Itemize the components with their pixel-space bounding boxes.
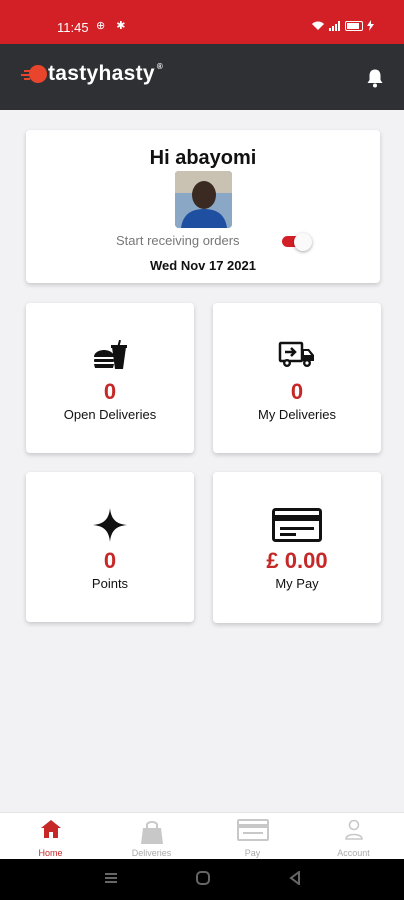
app-header: tastyhasty ® bbox=[0, 44, 404, 110]
status-notification-icons: ⊕ ✱ bbox=[96, 20, 130, 32]
home-icon bbox=[0, 819, 101, 843]
profile-card: Hi abayomi Start receiving orders Wed No… bbox=[26, 130, 380, 283]
trademark-symbol: ® bbox=[156, 61, 164, 71]
nav-home-label: Home bbox=[38, 848, 63, 858]
current-date: Wed Nov 17 2021 bbox=[150, 258, 256, 273]
tile-open-deliveries[interactable]: 0 Open Deliveries bbox=[26, 303, 194, 453]
home-button-icon[interactable] bbox=[196, 871, 210, 885]
my-pay-label: My Pay bbox=[275, 576, 319, 591]
delivery-truck-icon bbox=[213, 339, 381, 371]
greeting: Hi abayomi bbox=[149, 147, 257, 169]
toggle-knob bbox=[294, 233, 312, 251]
status-system-icons: 90 bbox=[311, 20, 374, 31]
nav-home[interactable]: Home bbox=[0, 813, 101, 860]
nav-account-label: Account bbox=[337, 848, 370, 858]
tile-my-pay[interactable]: £ 0.00 My Pay bbox=[213, 472, 381, 623]
points-label: Points bbox=[91, 576, 129, 591]
nav-account[interactable]: Account bbox=[303, 813, 404, 860]
charging-icon bbox=[367, 20, 374, 31]
my-deliveries-label: My Deliveries bbox=[257, 407, 336, 422]
card-icon bbox=[213, 508, 381, 542]
wifi-icon bbox=[312, 21, 324, 30]
brand-logo[interactable]: tastyhasty ® bbox=[21, 61, 164, 86]
receive-orders-label: Start receiving orders bbox=[116, 233, 240, 248]
nav-pay-label: Pay bbox=[244, 848, 261, 858]
open-deliveries-label: Open Deliveries bbox=[63, 407, 157, 422]
tile-my-deliveries[interactable]: 0 My Deliveries bbox=[213, 303, 381, 453]
bottom-navigation: Home Deliveries Pay Account bbox=[0, 812, 404, 859]
open-deliveries-count: 0 bbox=[103, 379, 117, 404]
battery-icon bbox=[345, 20, 363, 31]
receive-orders-row: Start receiving orders bbox=[116, 231, 316, 251]
back-icon[interactable] bbox=[288, 871, 302, 885]
card-icon bbox=[202, 819, 303, 843]
nav-deliveries[interactable]: Deliveries bbox=[101, 813, 202, 860]
nav-deliveries-label: Deliveries bbox=[131, 848, 172, 858]
receive-orders-toggle[interactable] bbox=[282, 233, 312, 251]
avatar[interactable] bbox=[175, 171, 232, 228]
bag-icon bbox=[101, 819, 202, 844]
points-count: 0 bbox=[103, 548, 117, 573]
signal-icon bbox=[329, 20, 340, 31]
status-bar: 11:45 ⊕ ✱ 90 bbox=[0, 0, 404, 44]
my-pay-amount: £ 0.00 bbox=[266, 548, 328, 573]
system-navigation-bar bbox=[0, 859, 404, 900]
brand-name: tastyhasty bbox=[48, 62, 155, 85]
food-drink-icon bbox=[26, 339, 194, 371]
nav-pay[interactable]: Pay bbox=[202, 813, 303, 860]
status-time: 11:45 bbox=[57, 20, 89, 35]
recents-icon[interactable] bbox=[104, 871, 118, 885]
logo-mark-icon bbox=[21, 63, 47, 85]
sparkle-icon bbox=[26, 508, 194, 542]
person-icon bbox=[303, 819, 404, 843]
bell-icon[interactable] bbox=[366, 68, 384, 88]
tile-points[interactable]: 0 Points bbox=[26, 472, 194, 622]
my-deliveries-count: 0 bbox=[290, 379, 304, 404]
